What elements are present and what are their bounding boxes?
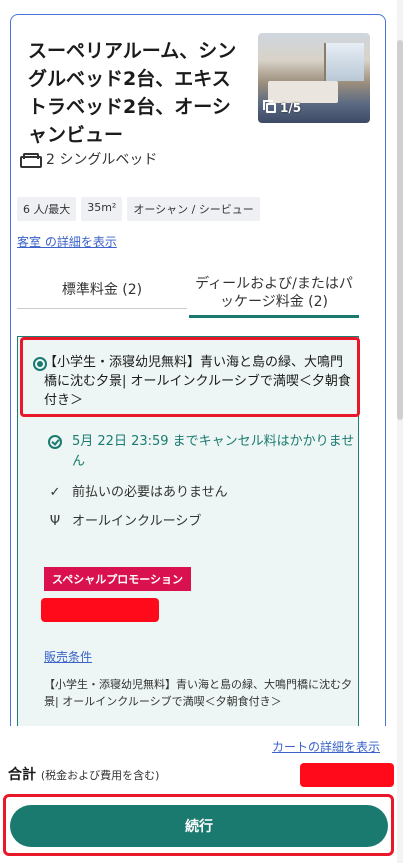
total-note: (税金および費用を含む): [40, 769, 160, 782]
photo-stack-icon: [263, 100, 276, 113]
photo-count: 1/5: [280, 101, 302, 115]
room-detail-link[interactable]: 客室 の詳細を表示: [17, 233, 117, 250]
continue-button[interactable]: 続行: [10, 805, 388, 847]
total-label: 合計 (税金および費用を含む): [8, 764, 159, 784]
total-title: 合計: [8, 767, 36, 783]
photo-bed: [268, 81, 338, 103]
meal-info: Ψ オールインクルーシブ: [48, 512, 201, 532]
room-feature-chips: 6 人/最大 35m² オーシャン / シービュー: [17, 197, 260, 221]
promo-badge: スペシャルプロモーション: [44, 567, 192, 591]
rate-tabs: 標準料金 (2) ディールおよび/またはパッケージ料金 (2): [17, 270, 359, 320]
cancel-policy: 5月 22日 23:59 までキャンセル料はかかりません: [48, 432, 358, 472]
meal-text: オールインクルーシブ: [72, 514, 202, 529]
tab-package-rates[interactable]: ディールおよび/またはパッケージ料金 (2): [189, 270, 359, 318]
room-title: スーペリアルーム、シングルベッド2台、エキストラベッド2台、オーシャンビュー: [28, 40, 237, 146]
photo-window: [324, 43, 364, 81]
sales-conditions-link[interactable]: 販売条件: [44, 648, 92, 665]
bed-text: 2 シングルベッド: [46, 152, 158, 168]
cart-detail-link[interactable]: カートの詳細を表示: [272, 738, 380, 755]
room-photo[interactable]: 1/5: [258, 33, 370, 123]
check-circle-icon: [48, 435, 62, 449]
chip-view: オーシャン / シービュー: [127, 197, 260, 221]
chip-size: 35m²: [81, 197, 123, 221]
prepay-info: ✓ 前払いの必要はありません: [48, 483, 228, 503]
redacted-total: [300, 763, 394, 787]
package-title[interactable]: 【小学生・添寝幼児無料】青い海と島の緑、大鳴門橋に沈む夕景| オールインクルーシ…: [44, 353, 354, 410]
check-icon: ✓: [49, 485, 61, 500]
bed-icon: [20, 152, 42, 168]
cancel-text: 5月 22日 23:59 までキャンセル料はかかりません: [72, 434, 355, 469]
photo-count-badge: 1/5: [263, 100, 302, 115]
redacted-price: [41, 598, 159, 622]
scrollbar-thumb[interactable]: [397, 40, 403, 420]
prepay-text: 前払いの必要はありません: [72, 485, 228, 500]
tab-standard-rates[interactable]: 標準料金 (2): [17, 272, 187, 309]
sales-description: 【小学生・添寝幼児無料】青い海と島の緑、大鳴門橋に沈む夕景| オールインクルーシ…: [44, 678, 352, 708]
fork-knife-icon: Ψ: [49, 514, 61, 529]
scrollbar[interactable]: [397, 0, 403, 863]
chip-capacity: 6 人/最大: [17, 197, 77, 221]
bed-info: 2 シングルベッド: [20, 149, 157, 169]
